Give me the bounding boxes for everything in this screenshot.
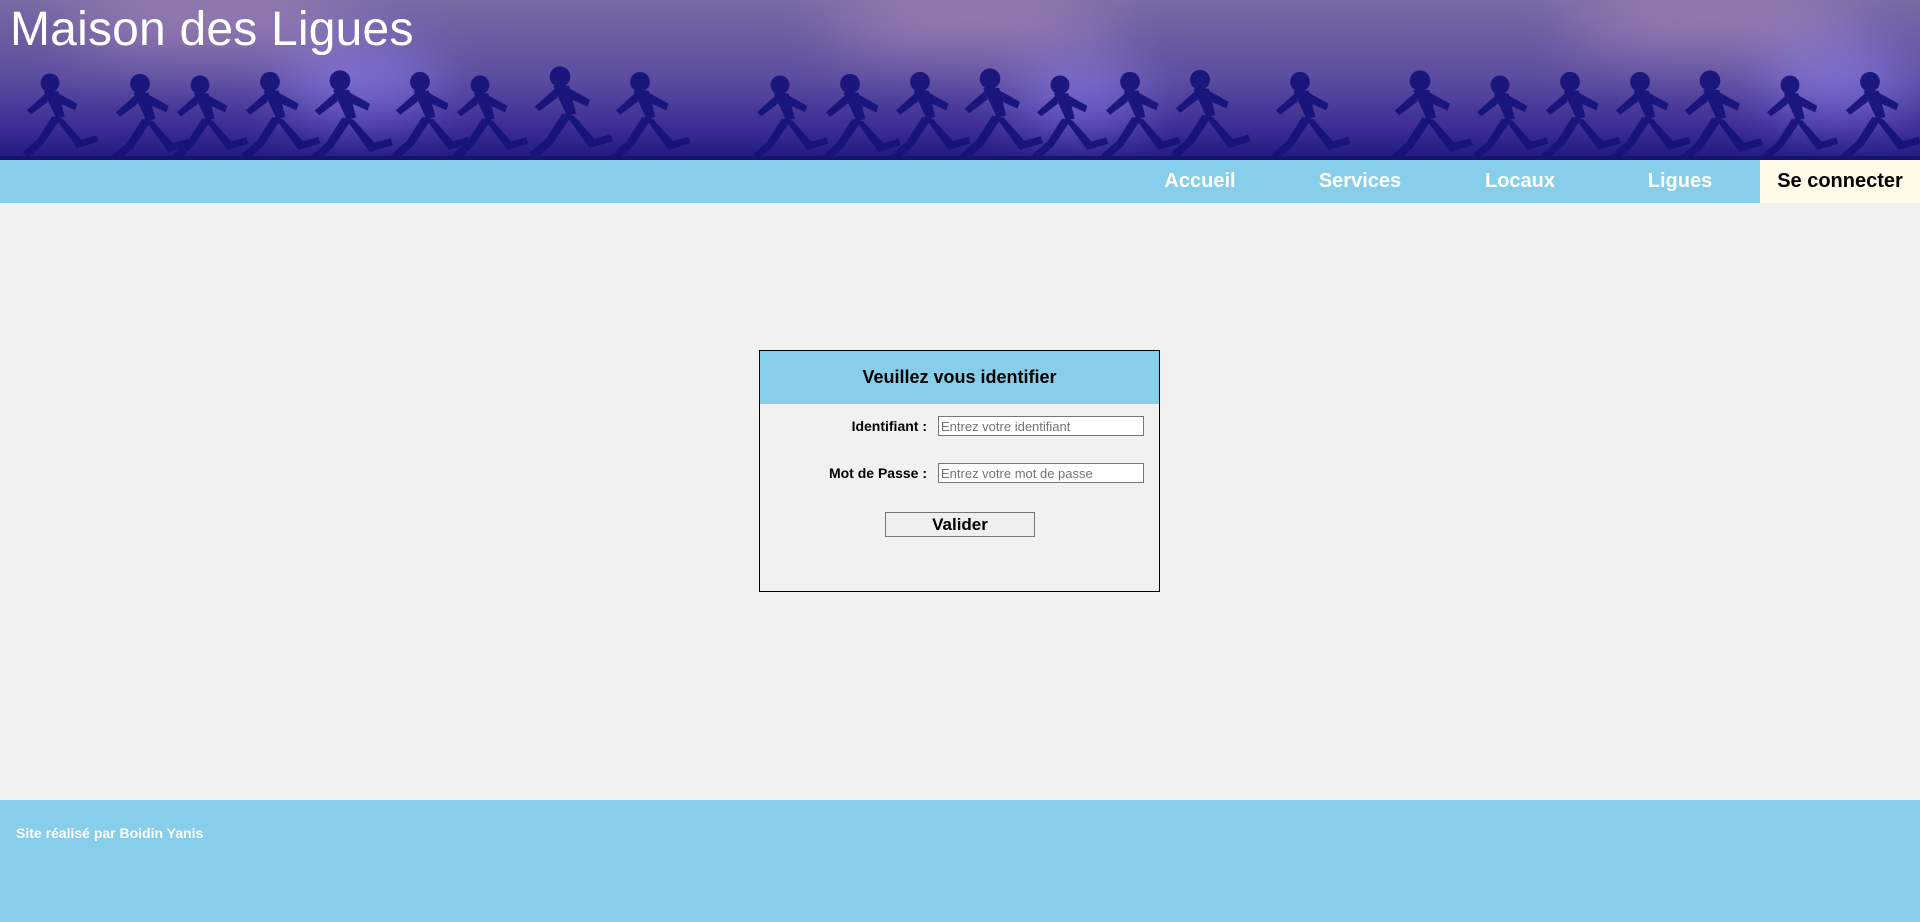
- main-navigation: Accueil Services Locaux Ligues Se connec…: [0, 160, 1920, 203]
- password-row: Mot de Passe :: [760, 463, 1159, 485]
- footer: Site réalisé par Boidin Yanis: [0, 800, 1920, 922]
- footer-credit: Site réalisé par Boidin Yanis: [16, 825, 204, 841]
- login-heading: Veuillez vous identifier: [760, 351, 1159, 404]
- header-banner: Maison des Ligues: [0, 0, 1920, 160]
- login-form: Veuillez vous identifier Identifiant : M…: [759, 350, 1160, 592]
- password-input[interactable]: [938, 463, 1144, 483]
- password-label: Mot de Passe :: [828, 465, 927, 481]
- identifiant-label: Identifiant :: [851, 418, 927, 434]
- identifiant-input[interactable]: [938, 416, 1144, 436]
- nav-item-se-connecter[interactable]: Se connecter: [1760, 160, 1920, 203]
- site-title: Maison des Ligues: [10, 3, 414, 56]
- identifiant-row: Identifiant :: [760, 416, 1159, 438]
- nav-item-services[interactable]: Services: [1280, 160, 1440, 203]
- nav-item-ligues[interactable]: Ligues: [1600, 160, 1760, 203]
- nav-item-locaux[interactable]: Locaux: [1440, 160, 1600, 203]
- page: Maison des Ligues Accueil Services Locau…: [0, 0, 1920, 922]
- valider-button[interactable]: Valider: [885, 512, 1035, 537]
- nav-item-accueil[interactable]: Accueil: [1120, 160, 1280, 203]
